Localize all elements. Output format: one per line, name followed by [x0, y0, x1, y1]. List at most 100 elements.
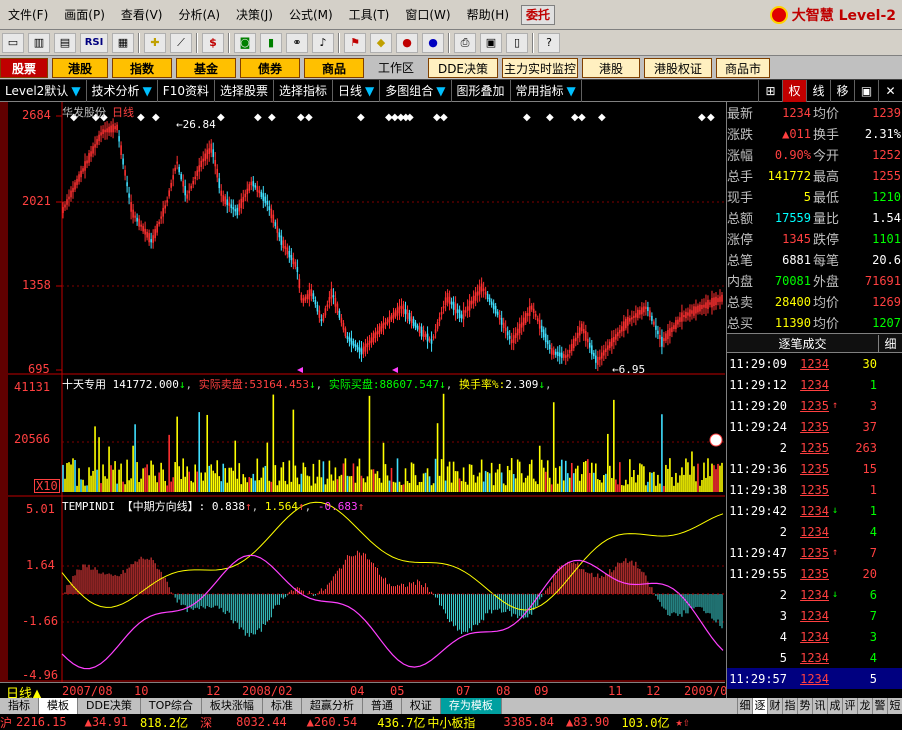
level2-default-dropdown[interactable]: Level2默认 ▼ — [0, 79, 87, 102]
print-icon[interactable]: ⎙ — [454, 32, 476, 53]
binoculars-icon[interactable]: ⚭ — [286, 32, 308, 53]
tab-normal[interactable]: 普通 — [363, 698, 402, 714]
crosshair-icon[interactable]: ✚ — [144, 32, 166, 53]
index-button[interactable]: 指数 — [112, 57, 172, 78]
rights-button[interactable]: 权 — [782, 79, 806, 102]
entrust-button[interactable]: 委托 — [521, 4, 556, 25]
rtab-short[interactable]: 短 — [887, 698, 902, 714]
tab-dde[interactable]: DDE决策 — [78, 698, 141, 714]
tab-standard[interactable]: 标准 — [263, 698, 302, 714]
dde-decision-button[interactable]: DDE决策 — [428, 57, 498, 78]
restore-icon[interactable]: ▣ — [854, 79, 878, 102]
dollar-icon[interactable]: $ — [202, 32, 224, 53]
tick-row[interactable]: 11:29:24 1235 37 — [727, 416, 902, 437]
books-icon[interactable]: ▯ — [506, 32, 528, 53]
tick-row[interactable]: 2 1234 4 — [727, 521, 902, 542]
f10-button[interactable]: F10资料 — [158, 79, 215, 102]
window-icon[interactable]: ▣ — [480, 32, 502, 53]
tick-row[interactable]: 11:29:47 1235 ↑ 7 — [727, 542, 902, 563]
tab-indicator[interactable]: 指标 — [0, 698, 39, 714]
rtab-tick[interactable]: 逐 — [752, 698, 767, 714]
rtab-review[interactable]: 评 — [842, 698, 857, 714]
fund-button[interactable]: 基金 — [176, 57, 236, 78]
period-dropdown[interactable]: 日线 ▼ — [333, 79, 381, 102]
rtab-alert[interactable]: 警 — [872, 698, 887, 714]
diamond-icon[interactable]: ◆ — [370, 32, 392, 53]
common-index-dropdown[interactable]: 常用指标 ▼ — [511, 79, 582, 102]
move-button[interactable]: 移 — [830, 79, 854, 102]
tab-sector[interactable]: 板块涨幅 — [202, 698, 263, 714]
tick-row[interactable]: 11:29:20 1235 ↑ 3 — [727, 395, 902, 416]
rtab-index[interactable]: 指 — [782, 698, 797, 714]
pick-index-button[interactable]: 选择指标 — [274, 79, 334, 102]
line-button[interactable]: 线 — [806, 79, 830, 102]
grid-icon[interactable]: ▦ — [112, 32, 134, 53]
hk-stocks-button[interactable]: 港股 — [582, 57, 640, 78]
main-monitor-button[interactable]: 主力实时监控 — [502, 57, 578, 78]
tick-row[interactable]: 11:29:57 1234 5 — [727, 668, 902, 689]
rtab-news[interactable]: 讯 — [812, 698, 827, 714]
red-ball-icon[interactable]: ● — [396, 32, 418, 53]
workspace-label[interactable]: 工作区 — [368, 58, 424, 78]
rtab-finance[interactable]: 财 — [767, 698, 782, 714]
menu-decision[interactable]: 决策(J) — [228, 4, 281, 26]
tech-analysis-dropdown[interactable]: 技术分析 ▼ — [87, 79, 158, 102]
menu-analysis[interactable]: 分析(A) — [170, 4, 228, 26]
tick-row[interactable]: 11:29:38 1235 1 — [727, 479, 902, 500]
stocks-button[interactable]: 股票 — [0, 57, 48, 78]
star-icon[interactable]: ★ — [675, 715, 682, 729]
rtab-dragon[interactable]: 龙 — [857, 698, 872, 714]
tick-row[interactable]: 4 1234 3 — [727, 626, 902, 647]
tab-template[interactable]: 模板 — [39, 698, 78, 714]
up-arrow-icon[interactable]: ⇧ — [683, 715, 690, 729]
new-window-icon[interactable]: ▭ — [2, 32, 24, 53]
commodity-market-button[interactable]: 商品市 — [716, 57, 770, 78]
tab-top[interactable]: TOP综合 — [141, 698, 202, 714]
save-template-button[interactable]: 存为模板 — [440, 698, 502, 714]
tick-row[interactable]: 11:29:36 1235 15 — [727, 458, 902, 479]
crosshair-toggle-icon[interactable]: ⊞ — [758, 79, 782, 102]
menu-formula[interactable]: 公式(M) — [281, 4, 341, 26]
help-cursor-icon[interactable]: ? — [538, 32, 560, 53]
tick-row[interactable]: 2 1234 ↓ 6 — [727, 584, 902, 605]
rtab-trend[interactable]: 势 — [797, 698, 812, 714]
rtab-component[interactable]: 成 — [827, 698, 842, 714]
pick-stock-button[interactable]: 选择股票 — [215, 79, 274, 102]
menu-window[interactable]: 窗口(W) — [397, 4, 458, 26]
kline-icon[interactable]: ▥ — [28, 32, 50, 53]
rtab-detail[interactable]: 细 — [737, 698, 752, 714]
menu-view[interactable]: 查看(V) — [113, 4, 171, 26]
tick-detail-button[interactable]: 细 — [878, 334, 902, 352]
kline-chart-area[interactable]: ◆ ◆ ◆ ◆ ◆ ◆ ◆ ◆ ◆ ◆ ◆ ◆ ◆ ◆ ◆ ◆ ◆ ◆ ◆ ◆ ◆ ◆ ◆ ◆ ◆ 华发股份 日线 2684 2… — [0, 102, 725, 682]
left-side-strip[interactable] — [0, 102, 8, 680]
tick-row[interactable]: 2 1235 263 — [727, 437, 902, 458]
hk-button[interactable]: 港股 — [52, 57, 108, 78]
rsi-button[interactable]: RSI — [80, 32, 108, 53]
tick-row[interactable]: 5 1234 4 — [727, 647, 902, 668]
hk-warrant-button[interactable]: 港股权证 — [644, 57, 712, 78]
menu-tools[interactable]: 工具(T) — [341, 4, 398, 26]
menu-view-screen[interactable]: 画面(P) — [56, 4, 113, 26]
tick-row[interactable]: 11:29:55 1235 20 — [727, 563, 902, 584]
menu-file[interactable]: 文件(F) — [0, 4, 56, 26]
tab-super-win[interactable]: 超赢分析 — [302, 698, 363, 714]
overlay-button[interactable]: 图形叠加 — [452, 79, 511, 102]
multi-chart-dropdown[interactable]: 多图组合 ▼ — [380, 79, 452, 102]
tick-row[interactable]: 11:29:12 1234 1 — [727, 374, 902, 395]
kline-chart-svg[interactable]: ◆ ◆ ◆ ◆ ◆ ◆ ◆ ◆ ◆ ◆ ◆ ◆◆◆◆◆ ◆ ◆ ◆ ◆ ◆ ◆ ◆ ◆ ◆ — [0, 102, 725, 682]
close-icon[interactable]: ✕ — [878, 79, 902, 102]
chart-icon[interactable]: ▤ — [54, 32, 76, 53]
blue-ball-icon[interactable]: ● — [422, 32, 444, 53]
tick-row[interactable]: 11:29:42 1234 ↓ 1 — [727, 500, 902, 521]
money-icon[interactable]: ◙ — [234, 32, 256, 53]
bond-button[interactable]: 债券 — [240, 57, 300, 78]
flag-icon[interactable]: ⚑ — [344, 32, 366, 53]
ruler-icon[interactable]: ⟋ — [170, 32, 192, 53]
tick-row[interactable]: 11:29:09 1234 30 — [727, 353, 902, 374]
commodity-button[interactable]: 商品 — [304, 57, 364, 78]
tick-row[interactable]: 3 1234 7 — [727, 605, 902, 626]
menu-help[interactable]: 帮助(H) — [459, 4, 517, 26]
tab-warrant[interactable]: 权证 — [402, 698, 441, 714]
bars-icon[interactable]: ▮ — [260, 32, 282, 53]
alarm-icon[interactable]: ♪ — [312, 32, 334, 53]
